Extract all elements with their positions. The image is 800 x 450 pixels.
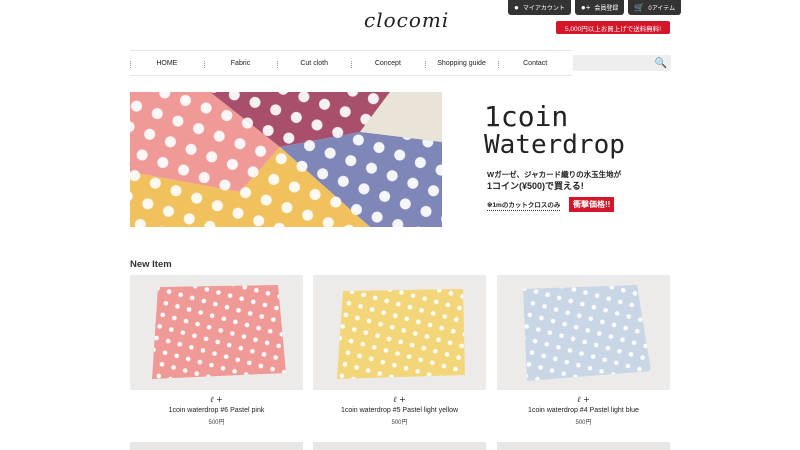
hero-note: ※1mのカットクロスのみ <box>487 199 561 211</box>
brand-mark: ℓ + <box>393 395 406 404</box>
product-name[interactable]: 1coin waterdrop #6 Pastel pink <box>130 407 303 414</box>
cart-label: 0アイテム <box>648 6 676 12</box>
product-name[interactable]: 1coin waterdrop #5 Pastel light yellow <box>313 407 486 414</box>
hero-banner-image[interactable] <box>130 92 442 227</box>
product-price: 500円 <box>575 420 592 426</box>
product-image[interactable] <box>497 275 670 390</box>
my-account-label: マイアカウント <box>522 6 565 12</box>
hero-subtitle-line2: 1コイン(¥500)で買える! <box>487 181 584 191</box>
site-logo[interactable]: clocomi <box>364 8 448 38</box>
product-image[interactable] <box>313 275 486 390</box>
register-label: 会員登録 <box>594 6 619 12</box>
product-card[interactable]: ℓ + 1coin waterdrop #5 Pastel light yell… <box>313 275 486 426</box>
product-image[interactable] <box>130 275 303 390</box>
new-item-heading: New Item <box>130 259 172 270</box>
nav-cut-cloth[interactable]: Cut cloth <box>277 60 351 68</box>
hero-title-line2: Waterdrop <box>484 130 625 160</box>
nav-contact[interactable]: Contact <box>498 60 572 68</box>
product-price: 500円 <box>391 420 408 426</box>
fabric-swatch-illustration <box>130 275 303 390</box>
nav-shopping-guide[interactable]: Shopping guide <box>424 60 499 68</box>
product-price: 500円 <box>208 420 225 426</box>
main-nav: HOME Fabric Cut cloth Concept Shopping g… <box>130 50 572 76</box>
nav-fabric[interactable]: Fabric <box>203 60 278 68</box>
cart-button[interactable]: 🛒 0アイテム <box>628 0 682 15</box>
product-card[interactable]: ℓ + 1coin waterdrop #6 Pastel pink 500円 <box>130 275 303 426</box>
product-name[interactable]: 1coin waterdrop #4 Pastel light blue <box>497 407 670 414</box>
free-shipping-banner: 5,000円以上お買上げで送料無料! <box>556 21 670 34</box>
nav-concept[interactable]: Concept <box>351 60 425 68</box>
add-user-icon: ●+ <box>580 2 591 12</box>
user-icon: ● <box>514 2 519 12</box>
search-input[interactable] <box>574 55 655 71</box>
product-card[interactable]: ℓ + 1coin waterdrop #4 Pastel light blue… <box>497 275 670 426</box>
cart-icon: 🛒 <box>634 2 645 12</box>
search-icon[interactable]: 🔍 <box>655 58 667 69</box>
header-actions: ● マイアカウント ●+ 会員登録 🛒 0アイテム <box>508 0 682 15</box>
product-image-next-row[interactable] <box>497 442 670 450</box>
price-badge: 衝撃価格!! <box>569 197 615 212</box>
polka-dot-fabrics-illustration <box>130 92 442 227</box>
register-button[interactable]: ●+ 会員登録 <box>574 0 625 15</box>
product-image-next-row[interactable] <box>130 442 303 450</box>
fabric-swatch-illustration <box>497 275 670 390</box>
my-account-button[interactable]: ● マイアカウント <box>508 0 571 15</box>
fabric-swatch-illustration <box>313 275 486 390</box>
product-image-next-row[interactable] <box>313 442 486 450</box>
hero-title-line1: 1coin <box>484 100 569 133</box>
nav-home[interactable]: HOME <box>130 60 204 68</box>
search-box: 🔍 <box>573 55 671 71</box>
brand-mark: ℓ + <box>210 395 223 404</box>
brand-mark: ℓ + <box>577 395 590 404</box>
